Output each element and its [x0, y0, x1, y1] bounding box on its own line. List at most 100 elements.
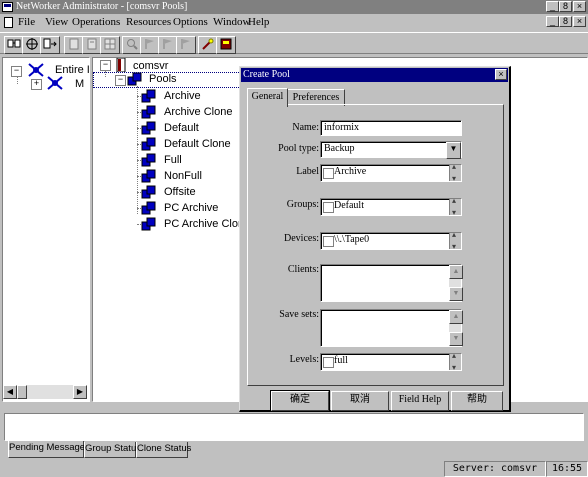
left-tree-pane[interactable]: − Entire I + M ◀ ▶ — [2, 57, 90, 402]
levels-field[interactable]: full — [320, 351, 462, 372]
scroll-down-button[interactable]: ▼ — [449, 332, 463, 346]
network-icon — [47, 76, 63, 90]
menu-file[interactable]: File — [18, 16, 35, 28]
expand-icon[interactable]: + — [31, 79, 42, 90]
network-icon — [28, 63, 44, 77]
flag2-icon[interactable] — [158, 36, 178, 54]
pool-icon — [141, 169, 156, 183]
toolbar — [0, 32, 588, 54]
maximize-button[interactable]: 8 — [559, 1, 572, 12]
tab-clone-status[interactable]: Clone Status — [136, 442, 191, 458]
groups-label: Groups: — [286, 199, 319, 210]
scroll-up-button[interactable]: ▲ — [449, 310, 463, 324]
tree-child-label[interactable]: M — [75, 78, 84, 90]
mdi-close-button[interactable]: × — [573, 16, 586, 27]
groups-field[interactable]: Default — [320, 196, 462, 217]
message-pane[interactable] — [4, 413, 584, 441]
label-label: Label — [296, 166, 319, 177]
pool-icon — [141, 217, 156, 231]
grid-icon[interactable] — [100, 36, 120, 54]
scroll-up-button[interactable]: ▲ — [449, 265, 463, 279]
ok-button[interactable]: 确定 — [270, 390, 330, 412]
mdi-minimize-button[interactable]: _ — [546, 16, 559, 27]
book-icon[interactable] — [216, 36, 236, 54]
zoom-icon[interactable] — [122, 36, 142, 54]
dialog-title-bar[interactable]: Create Pool × — [241, 68, 508, 82]
pool-item[interactable]: Default — [164, 122, 199, 134]
dialog-close-button[interactable]: × — [495, 69, 507, 80]
pool-icon — [141, 89, 156, 103]
mdi-doc-icon[interactable] — [4, 17, 13, 28]
devices-checkbox[interactable] — [323, 236, 334, 247]
app-title-bar: NetWorker Administrator - [comsvr Pools]… — [0, 0, 588, 14]
window-title: NetWorker Administrator - [comsvr Pools] — [16, 1, 188, 12]
tab-pending-messages[interactable]: Pending Messages — [8, 441, 90, 458]
clients-scrollbar[interactable]: ▲ ▼ — [449, 265, 463, 301]
name-field[interactable]: informix — [320, 120, 462, 136]
pools-label[interactable]: Pools — [149, 73, 177, 85]
pool-item[interactable]: PC Archive — [164, 202, 218, 214]
tab-group-status[interactable]: Group Status — [84, 442, 141, 458]
save-sets-list[interactable]: ▲ ▼ — [320, 309, 463, 347]
pool-item[interactable]: PC Archive Clone — [164, 218, 250, 230]
export-icon[interactable] — [40, 36, 60, 54]
pool-item[interactable]: Archive Clone — [164, 106, 232, 118]
label-checkbox[interactable] — [323, 168, 334, 179]
server-label[interactable]: comsvr — [133, 60, 168, 72]
menu-help[interactable]: Help — [248, 16, 269, 28]
field-help-button[interactable]: Field Help — [391, 391, 449, 411]
menu-bar: File View Operations Resources Options W… — [0, 14, 588, 31]
status-clock: 16:55 — [546, 461, 588, 477]
label-spinner[interactable] — [449, 162, 461, 183]
devices-field[interactable]: \\.\Tape0 — [320, 230, 462, 251]
pool-icon — [141, 137, 156, 151]
pool-item[interactable]: NonFull — [164, 170, 202, 182]
wand-icon[interactable] — [198, 36, 218, 54]
pool-item[interactable]: Full — [164, 154, 182, 166]
menu-window[interactable]: Window — [213, 16, 250, 28]
target-icon[interactable] — [22, 36, 42, 54]
menu-options[interactable]: Options — [173, 16, 208, 28]
flag3-icon[interactable] — [176, 36, 196, 54]
scroll-down-button[interactable]: ▼ — [449, 287, 463, 301]
doc-icon[interactable] — [64, 36, 84, 54]
pool-type-label: Pool type: — [278, 143, 319, 154]
collapse-server-icon[interactable]: − — [100, 60, 111, 71]
pool-item[interactable]: Archive — [164, 90, 201, 102]
menu-view[interactable]: View — [45, 16, 68, 28]
close-button[interactable]: × — [573, 1, 586, 12]
label-field[interactable]: Archive — [320, 162, 462, 183]
scroll-right-button[interactable]: ▶ — [73, 385, 87, 399]
help-button[interactable]: 帮助 — [451, 391, 503, 411]
connect-icon[interactable] — [4, 36, 24, 54]
create-pool-dialog: Create Pool × General Preferences Name: … — [239, 66, 511, 412]
clients-list[interactable]: ▲ ▼ — [320, 264, 463, 302]
left-hscrollbar[interactable]: ◀ ▶ — [3, 385, 87, 399]
status-bar: Server: comsvr 16:55 — [0, 460, 588, 477]
mdi-restore-button[interactable]: 8 — [559, 16, 572, 27]
devices-spinner[interactable] — [449, 230, 461, 251]
scroll-left-button[interactable]: ◀ — [3, 385, 17, 399]
doc2-icon[interactable] — [82, 36, 102, 54]
minimize-button[interactable]: _ — [546, 1, 559, 12]
save-sets-scrollbar[interactable]: ▲ ▼ — [449, 310, 463, 346]
groups-checkbox[interactable] — [323, 202, 334, 213]
devices-label: Devices: — [284, 233, 319, 244]
tree-root-label[interactable]: Entire I — [55, 64, 90, 76]
menu-resources[interactable]: Resources — [126, 16, 171, 28]
tab-general[interactable]: General — [247, 88, 288, 107]
levels-spinner[interactable] — [449, 351, 461, 372]
flag-icon[interactable] — [140, 36, 160, 54]
clients-label: Clients: — [287, 264, 319, 275]
dialog-title: Create Pool — [243, 69, 290, 80]
chevron-down-icon[interactable]: ▼ — [446, 142, 461, 159]
pool-icon — [141, 121, 156, 135]
groups-spinner[interactable] — [449, 196, 461, 217]
pool-item[interactable]: Offsite — [164, 186, 196, 198]
scroll-thumb[interactable] — [17, 385, 27, 399]
pool-item[interactable]: Default Clone — [164, 138, 231, 150]
cancel-button[interactable]: 取消 — [331, 391, 389, 411]
levels-checkbox[interactable] — [323, 357, 334, 368]
menu-operations[interactable]: Operations — [72, 16, 120, 28]
pool-type-select[interactable]: Backup ▼ — [320, 141, 462, 159]
